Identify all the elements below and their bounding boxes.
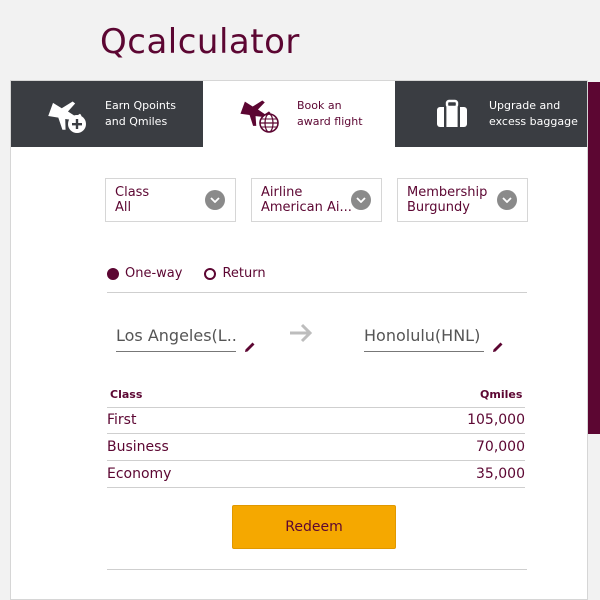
- tab-earn-qpoints[interactable]: Earn Qpoints and Qmiles: [11, 81, 203, 147]
- airline-dropdown[interactable]: Airline American Ai...: [251, 178, 382, 222]
- tab-earn-label: Earn Qpoints and Qmiles: [105, 99, 176, 128]
- membership-dropdown[interactable]: Membership Burgundy: [397, 178, 528, 222]
- tab-book-award[interactable]: Book an award flight: [203, 81, 395, 147]
- arrow-right-icon: [288, 321, 314, 349]
- bottom-divider: [107, 569, 527, 570]
- row-class: First: [107, 412, 137, 428]
- row-class: Economy: [107, 466, 172, 482]
- destination-input[interactable]: Honolulu(HNL): [364, 326, 484, 352]
- tab-upgrade-baggage[interactable]: Upgrade and excess baggage: [395, 81, 587, 147]
- class-dropdown[interactable]: Class All: [105, 178, 236, 222]
- membership-dropdown-value: Burgundy: [407, 200, 470, 215]
- table-row: First 105,000: [107, 408, 525, 434]
- suitcase-icon: [425, 92, 479, 136]
- plane-plus-icon: [41, 92, 95, 136]
- chevron-down-icon: [351, 190, 371, 210]
- chevron-down-icon: [497, 190, 517, 210]
- membership-dropdown-label: Membership: [407, 185, 488, 200]
- edit-origin-pencil-icon[interactable]: [243, 339, 257, 353]
- one-way-radio[interactable]: One-way: [107, 266, 182, 281]
- divider: [107, 292, 527, 293]
- row-qmiles: 105,000: [467, 412, 525, 428]
- qmiles-column-header: Qmiles: [480, 388, 523, 401]
- table-row: Economy 35,000: [107, 462, 525, 488]
- edit-destination-pencil-icon[interactable]: [491, 339, 505, 353]
- one-way-label: One-way: [125, 266, 183, 281]
- airline-dropdown-value: American Ai...: [261, 200, 352, 215]
- plane-globe-icon: [233, 92, 287, 136]
- radio-selected-icon: [107, 267, 119, 280]
- trip-type-group: One-way Return: [107, 266, 288, 281]
- table-row: Business 70,000: [107, 435, 525, 461]
- calculator-card: Earn Qpoints and Qmiles Book an award fl…: [10, 80, 588, 600]
- row-class: Business: [107, 439, 169, 455]
- return-label: Return: [222, 266, 266, 281]
- tab-upgrade-label: Upgrade and excess baggage: [489, 99, 578, 128]
- radio-unselected-icon: [204, 267, 217, 280]
- class-dropdown-label: Class: [115, 185, 150, 200]
- return-radio[interactable]: Return: [204, 266, 266, 281]
- page-title: Qcalculator: [100, 22, 300, 62]
- tab-bar: Earn Qpoints and Qmiles Book an award fl…: [11, 81, 587, 147]
- class-column-header: Class: [110, 388, 143, 401]
- row-qmiles: 70,000: [476, 439, 525, 455]
- origin-input[interactable]: Los Angeles(L...: [116, 326, 236, 352]
- airline-dropdown-label: Airline: [261, 185, 303, 200]
- chevron-down-icon: [205, 190, 225, 210]
- side-accent-bar: [588, 82, 600, 434]
- tab-book-label: Book an award flight: [297, 99, 363, 128]
- class-dropdown-value: All: [115, 200, 132, 215]
- row-qmiles: 35,000: [476, 466, 525, 482]
- redeem-button[interactable]: Redeem: [232, 505, 396, 549]
